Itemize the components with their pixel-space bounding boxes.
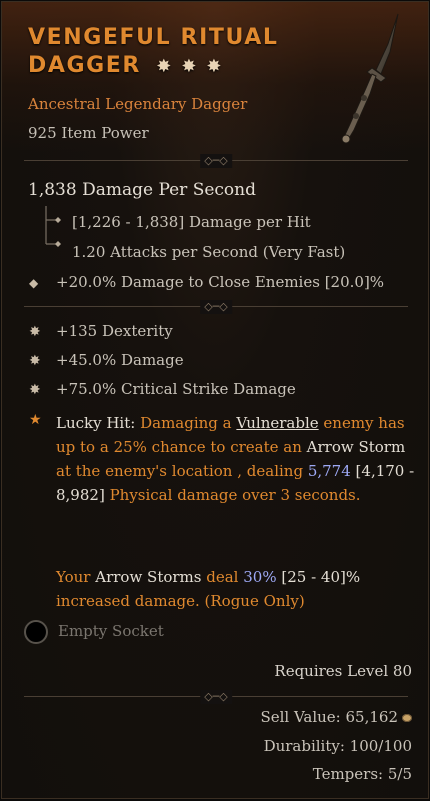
divider-ornament-icon: ◇─◇ xyxy=(200,300,232,314)
item-name-line1: Vengeful Ritual xyxy=(28,25,279,50)
sell-value: Sell Value: 65,162 xyxy=(260,708,412,726)
divider-ornament-icon: ◇─◇ xyxy=(200,154,232,168)
damage-per-hit: [1,226 - 1,838] Damage per Hit xyxy=(72,213,311,231)
socket-icon[interactable] xyxy=(24,620,48,644)
diamond-bullet-icon: ◆ xyxy=(29,276,39,290)
star-bullet-icon: ✸ xyxy=(29,353,41,369)
stat-tree-lines xyxy=(45,206,61,247)
item-type: Ancestral Legendary Dagger xyxy=(28,95,248,113)
star-bullet-icon: ✸ xyxy=(29,382,41,398)
attacks-per-second: 1.20 Attacks per Second (Very Fast) xyxy=(72,243,346,261)
implicit-affix: +20.0% Damage to Close Enemies [20.0]% xyxy=(56,273,385,291)
legendary-star-icon: ★ xyxy=(29,412,42,428)
affix-damage: +45.0% Damage xyxy=(56,351,184,369)
affix-dexterity: +135 Dexterity xyxy=(56,322,173,340)
item-tooltip: Vengeful Ritual Dagger ✸✸✸ Ancestral Leg… xyxy=(1,1,429,799)
divider-ornament-icon: ◇─◇ xyxy=(200,690,232,704)
divider: ◇─◇ xyxy=(2,300,430,314)
divider: ◇─◇ xyxy=(2,154,430,168)
dagger-image xyxy=(341,13,399,144)
affix-crit-damage: +75.0% Critical Strike Damage xyxy=(56,380,296,398)
rogue-bonus-text: Your Arrow Storms deal 30% [25 - 40]% in… xyxy=(56,568,361,610)
ancestral-stars-icon: ✸✸✸ xyxy=(156,56,232,77)
tooltip-header: Vengeful Ritual Dagger ✸✸✸ Ancestral Leg… xyxy=(2,2,428,152)
required-level: Requires Level 80 xyxy=(274,662,412,680)
legendary-aspect-text: Lucky Hit: Damaging a Vulnerable enemy h… xyxy=(56,414,415,504)
gold-coin-icon xyxy=(402,714,412,722)
socket-label: Empty Socket xyxy=(58,622,164,640)
item-name: Vengeful Ritual Dagger ✸✸✸ xyxy=(28,24,358,81)
durability: Durability: 100/100 xyxy=(263,737,412,755)
star-bullet-icon: ✸ xyxy=(29,324,41,340)
divider: ◇─◇ xyxy=(2,690,430,704)
item-name-line2: Dagger xyxy=(28,53,141,78)
damage-per-second: 1,838 Damage Per Second xyxy=(28,180,256,200)
vulnerable-keyword-link[interactable]: Vulnerable xyxy=(236,414,318,432)
tempers: Tempers: 5/5 xyxy=(312,765,412,783)
item-power: 925 Item Power xyxy=(28,124,149,142)
